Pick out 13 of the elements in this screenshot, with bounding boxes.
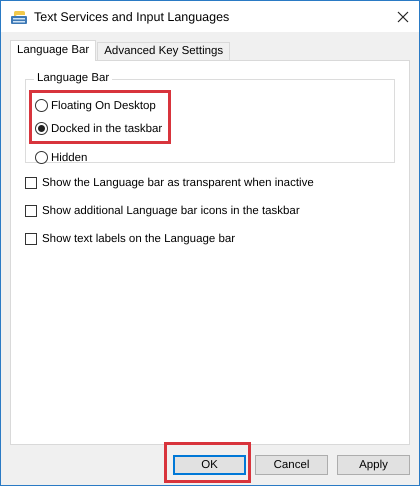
window-title: Text Services and Input Languages xyxy=(34,10,230,24)
checkbox-label[interactable]: Show additional Language bar icons in the taskbar xyxy=(42,204,300,216)
radio-label[interactable]: Floating On Desktop xyxy=(51,100,156,112)
dialog-button[interactable]: Cancel xyxy=(255,455,328,475)
radio-label[interactable]: Hidden xyxy=(51,152,88,164)
checkbox-label[interactable]: Show text labels on the Language bar xyxy=(42,232,236,244)
checkbox-label[interactable]: Show the Language bar as transparent when inactive xyxy=(42,176,314,188)
radio-label[interactable]: Docked in the taskbar xyxy=(51,122,162,134)
tab[interactable]: Language Bar xyxy=(10,40,96,61)
tab[interactable]: Advanced Key Settings xyxy=(97,42,230,60)
dialog-button[interactable]: Apply xyxy=(337,455,410,475)
group-title: Language Bar xyxy=(34,72,112,84)
dialog-button[interactable]: OK xyxy=(173,455,246,475)
